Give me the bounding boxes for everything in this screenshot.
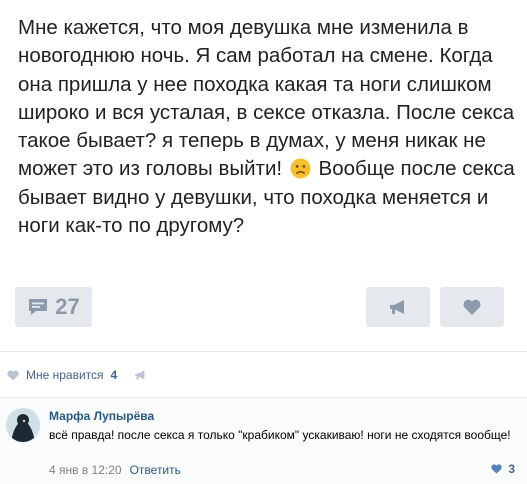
heart-icon (491, 464, 503, 474)
comment-author[interactable]: Марфа Лупырёва (49, 409, 154, 423)
comment-text: всё правда! после секса я только "крабик… (49, 428, 511, 442)
heart-icon (463, 299, 481, 315)
post-text: Мне кажется, что моя девушка мне изменил… (18, 14, 518, 240)
megaphone-small-icon[interactable] (134, 369, 147, 381)
megaphone-share-icon (390, 300, 404, 314)
like-button[interactable] (440, 287, 504, 327)
comment-meta: 4 янв в 12:20 Ответить (49, 463, 181, 477)
comment-date[interactable]: 4 янв в 12:20 (49, 463, 122, 477)
likes-label[interactable]: Мне нравится (26, 368, 104, 382)
comment-bubble-icon (29, 299, 48, 315)
heart-outline-icon[interactable] (6, 369, 20, 382)
comments-button[interactable]: 27 (15, 287, 92, 327)
sad-face-emoji-icon (290, 159, 311, 179)
post-text-part-1: Мне кажется, что моя девушка мне изменил… (18, 16, 515, 181)
comments-count: 27 (55, 294, 80, 319)
likes-count[interactable]: 4 (111, 368, 118, 382)
share-button[interactable] (366, 287, 430, 327)
likes-row: Мне нравится 4 (6, 364, 147, 386)
divider (0, 351, 527, 352)
comment-like-button[interactable]: 3 (490, 462, 515, 476)
avatar[interactable] (6, 408, 40, 442)
reply-link[interactable]: Ответить (130, 463, 181, 477)
comment-item: Марфа Лупырёва всё правда! после секса я… (0, 398, 527, 484)
comment-likes-count: 3 (508, 462, 515, 476)
avatar-image (6, 408, 40, 442)
